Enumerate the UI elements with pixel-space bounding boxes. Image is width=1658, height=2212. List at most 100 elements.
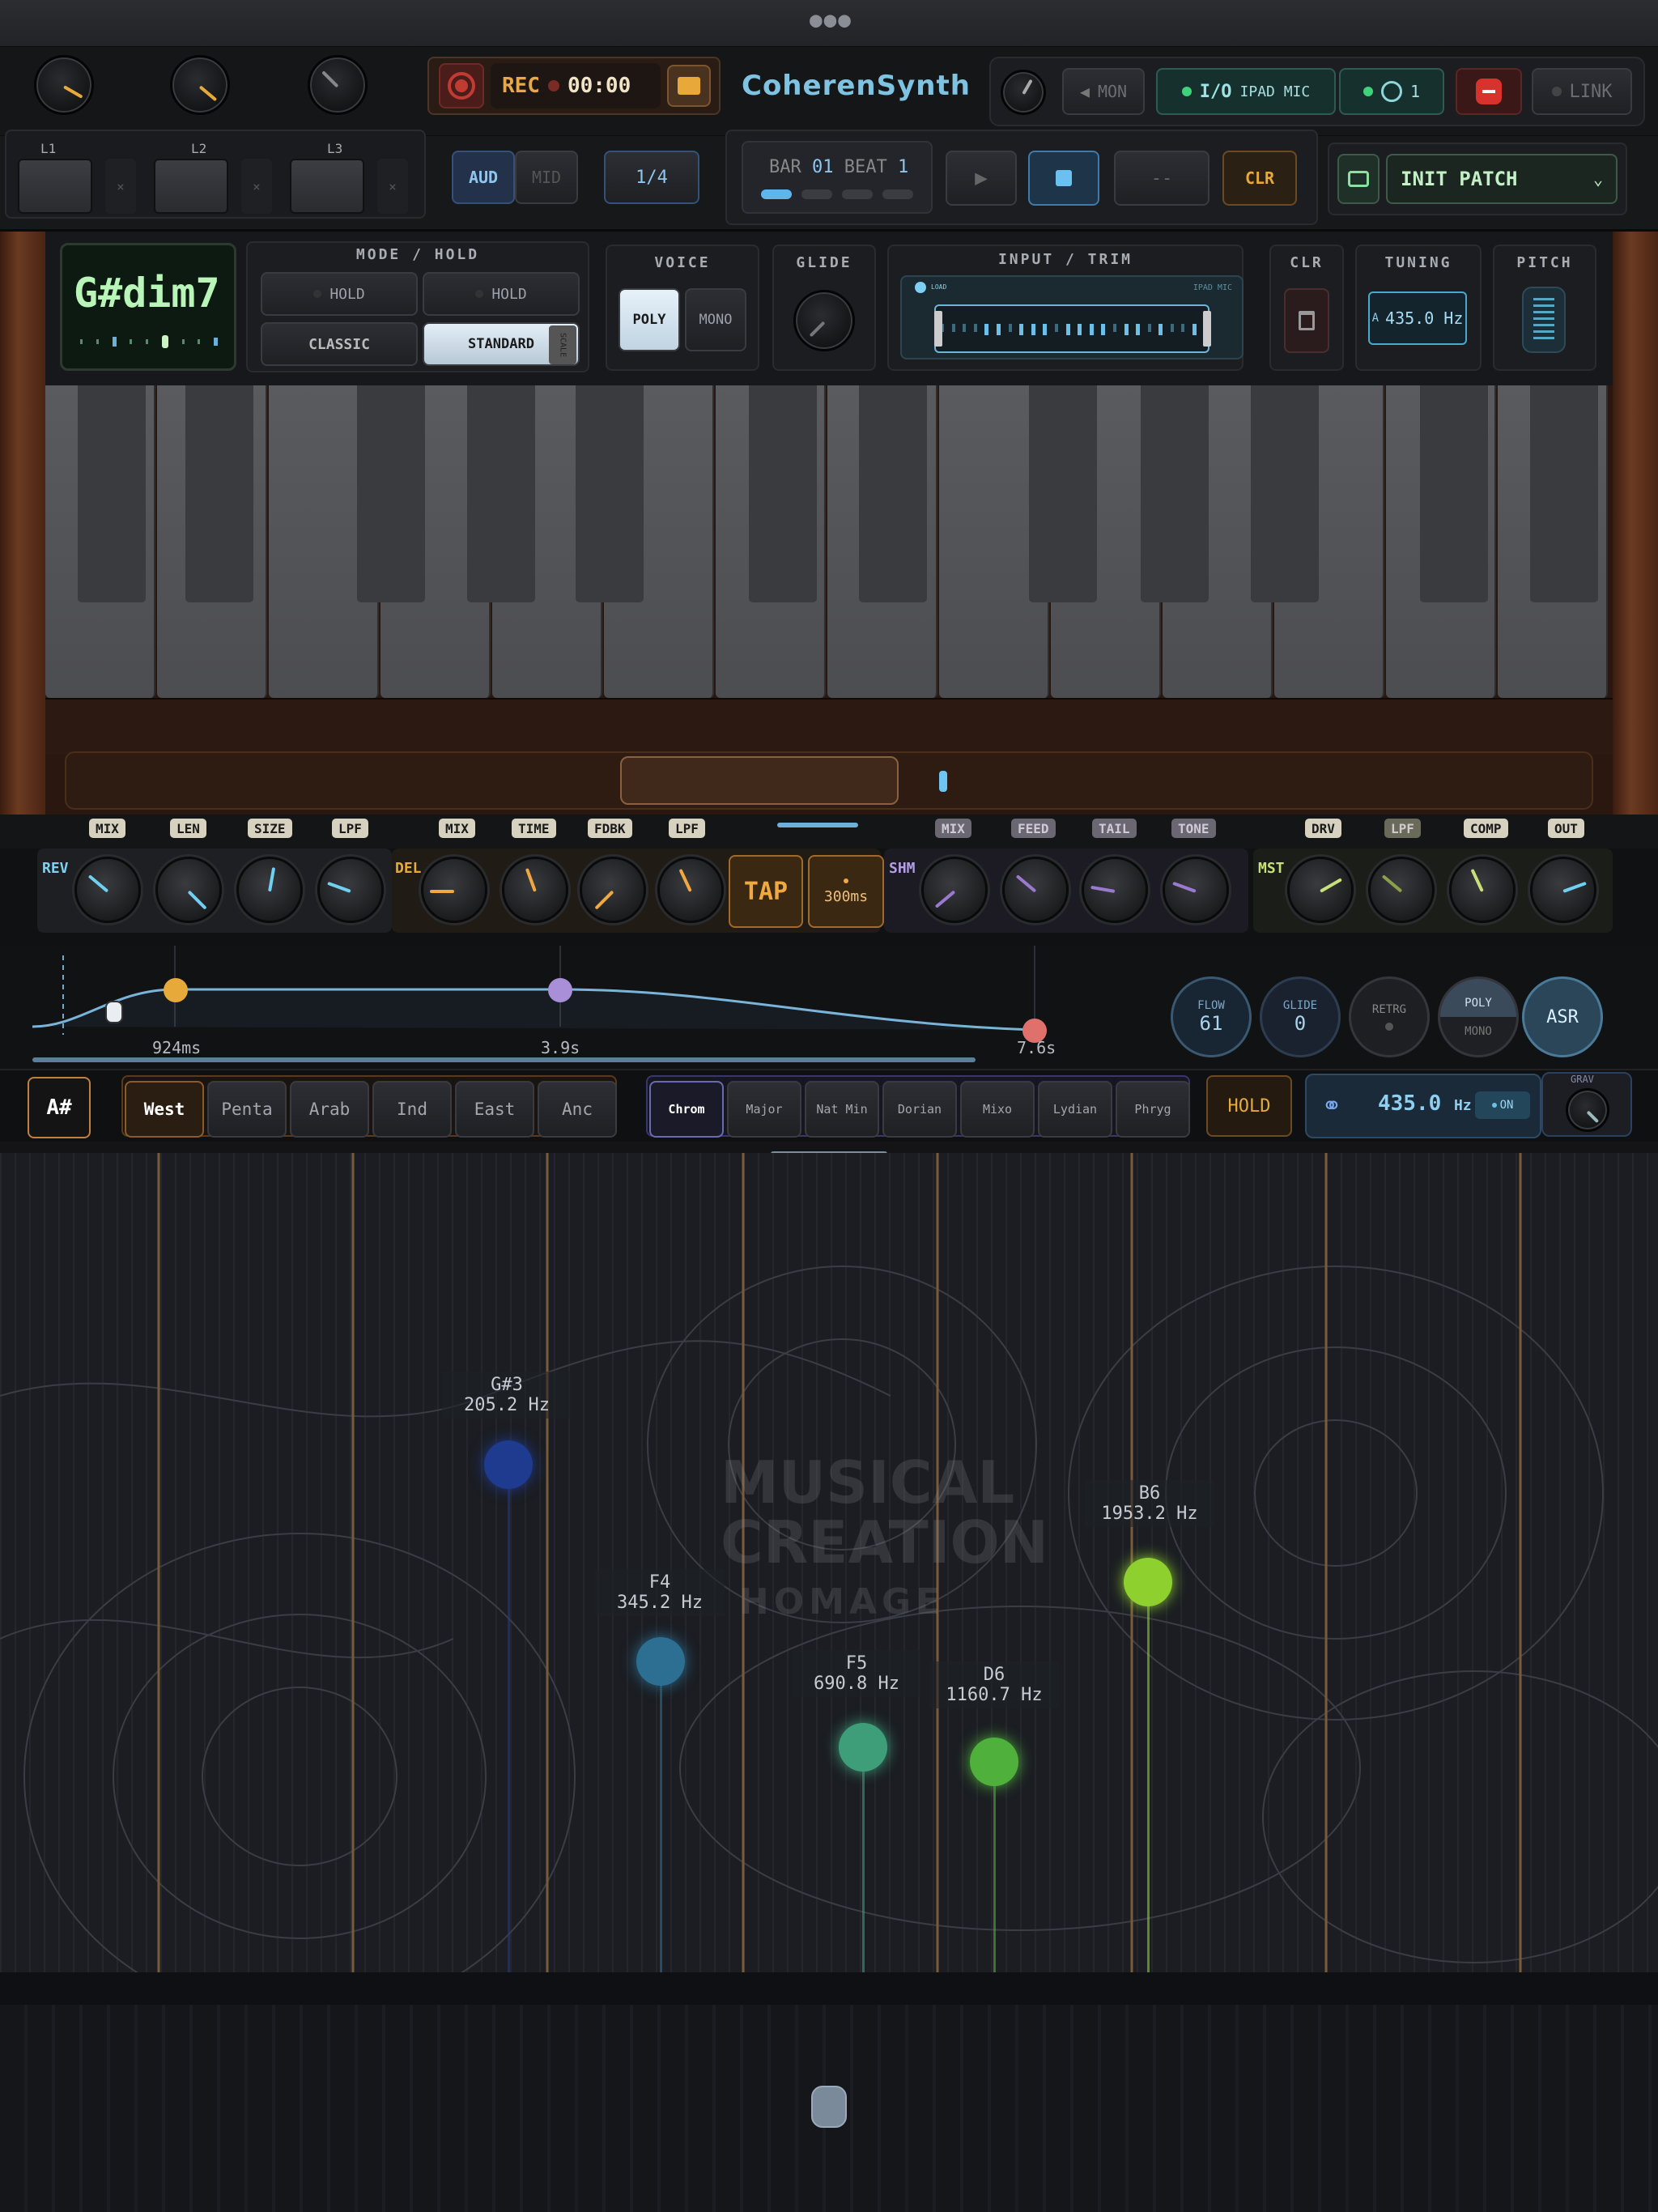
black-key[interactable] bbox=[859, 385, 927, 602]
mode-button[interactable]: Mixo bbox=[960, 1081, 1035, 1138]
fx-knob[interactable] bbox=[580, 857, 646, 923]
black-key[interactable] bbox=[1420, 385, 1488, 602]
black-key[interactable] bbox=[1251, 385, 1319, 602]
envelope-start-handle[interactable] bbox=[105, 1001, 123, 1023]
play-button[interactable]: ▶ bbox=[946, 151, 1017, 206]
ribbon-range-window[interactable] bbox=[620, 756, 899, 805]
culture-button[interactable]: Ind bbox=[372, 1081, 452, 1138]
black-key[interactable] bbox=[576, 385, 644, 602]
macro-knob-2[interactable] bbox=[170, 55, 230, 115]
fx-knob[interactable] bbox=[1449, 857, 1516, 923]
link-button[interactable]: LINK bbox=[1532, 68, 1632, 115]
scale-tab[interactable]: SCALE bbox=[549, 325, 576, 364]
folder-button[interactable] bbox=[667, 65, 711, 107]
mid-button[interactable]: MID bbox=[515, 151, 578, 204]
mon-button[interactable]: ◀ MON bbox=[1062, 68, 1145, 115]
fx-knob[interactable] bbox=[421, 857, 487, 923]
black-key[interactable] bbox=[1141, 385, 1209, 602]
attack-handle[interactable] bbox=[164, 978, 188, 1002]
loop-clear-l1[interactable]: × bbox=[105, 159, 136, 214]
hold-button-1[interactable]: HOLD bbox=[261, 272, 418, 316]
fx-knob[interactable] bbox=[921, 857, 988, 923]
fx-knob[interactable] bbox=[657, 857, 724, 923]
mode-button[interactable]: Phryg bbox=[1116, 1081, 1190, 1138]
macro-knob-3[interactable] bbox=[308, 55, 368, 115]
black-key[interactable] bbox=[1029, 385, 1097, 602]
harmonic-field[interactable]: MUSICAL CREATION HOMAGE G#3 205.2 Hz F4 345… bbox=[0, 1153, 1658, 1972]
mode-button[interactable]: Major bbox=[727, 1081, 801, 1138]
note-node[interactable] bbox=[636, 1637, 685, 1686]
poly-button[interactable]: POLY bbox=[619, 288, 680, 351]
fx-knob[interactable] bbox=[317, 857, 384, 923]
snapshot-button[interactable] bbox=[1337, 154, 1380, 204]
tuning-display[interactable]: A 435.0 Hz bbox=[1368, 291, 1467, 345]
clear-transport-button[interactable]: CLR bbox=[1222, 151, 1297, 206]
ellipsis-icon[interactable]: ●●● bbox=[810, 8, 852, 32]
mode-button[interactable]: Chrom bbox=[649, 1081, 724, 1138]
fx-knob[interactable] bbox=[1002, 857, 1069, 923]
fx-knob[interactable] bbox=[236, 857, 303, 923]
fx-knob[interactable] bbox=[502, 857, 568, 923]
culture-button[interactable]: Anc bbox=[538, 1081, 617, 1138]
poly-mono-toggle[interactable]: POLY MONO bbox=[1438, 976, 1519, 1057]
hold-button-2[interactable]: HOLD bbox=[423, 272, 580, 316]
fx-knob[interactable] bbox=[1163, 857, 1229, 923]
black-key[interactable] bbox=[185, 385, 253, 602]
quantize-button[interactable]: 1/4 bbox=[604, 151, 699, 204]
env-glide-knob[interactable]: GLIDE 0 bbox=[1260, 976, 1341, 1057]
classic-button[interactable]: CLASSIC bbox=[261, 322, 418, 366]
fx-knob[interactable] bbox=[1530, 857, 1596, 923]
retrigger-button[interactable]: RETRG bbox=[1349, 976, 1430, 1057]
loop-clear-l2[interactable]: × bbox=[241, 159, 272, 214]
fx-knob[interactable] bbox=[1082, 857, 1148, 923]
fx-knob[interactable] bbox=[1368, 857, 1435, 923]
loop-pad-l1[interactable] bbox=[18, 159, 92, 214]
note-node[interactable] bbox=[970, 1738, 1018, 1786]
io-button[interactable]: I/O IPAD MIC bbox=[1156, 68, 1336, 115]
fx-knob[interactable] bbox=[74, 857, 141, 923]
culture-button[interactable]: East bbox=[455, 1081, 534, 1138]
black-key[interactable] bbox=[78, 385, 146, 602]
midi-button[interactable]: 1 bbox=[1339, 68, 1444, 115]
patch-select[interactable]: INIT PATCH ⌄ bbox=[1386, 154, 1618, 204]
note-node[interactable] bbox=[1124, 1558, 1172, 1606]
culture-button[interactable]: Penta bbox=[207, 1081, 287, 1138]
trash-button[interactable] bbox=[1284, 288, 1329, 353]
note-node[interactable] bbox=[484, 1440, 533, 1489]
root-note-button[interactable]: A# bbox=[28, 1077, 91, 1138]
tap-button[interactable]: TAP bbox=[729, 855, 803, 928]
macro-knob-1[interactable] bbox=[34, 55, 94, 115]
record-button[interactable] bbox=[439, 63, 484, 108]
bottom-slider-thumb[interactable] bbox=[811, 2086, 847, 2128]
mode-button[interactable]: Dorian bbox=[882, 1081, 957, 1138]
scale-hold-button[interactable]: HOLD bbox=[1206, 1075, 1292, 1137]
pitch-wheel[interactable] bbox=[1522, 287, 1566, 353]
dash-button[interactable]: -- bbox=[1114, 151, 1209, 206]
note-node[interactable] bbox=[839, 1723, 887, 1772]
piano-keyboard[interactable] bbox=[45, 385, 1613, 698]
stop-button[interactable] bbox=[1028, 151, 1099, 206]
loop-pad-l2[interactable] bbox=[154, 159, 228, 214]
glide-knob[interactable] bbox=[793, 290, 855, 351]
volume-knob[interactable] bbox=[1001, 70, 1046, 115]
fx-drag-handle[interactable] bbox=[777, 823, 858, 827]
mode-button[interactable]: Nat Min bbox=[805, 1081, 879, 1138]
panic-button[interactable] bbox=[1456, 68, 1522, 115]
mode-button[interactable]: Lydian bbox=[1038, 1081, 1112, 1138]
trim-handle-right[interactable] bbox=[1203, 311, 1211, 347]
trim-handle-left[interactable] bbox=[934, 311, 942, 347]
mono-button[interactable]: MONO bbox=[685, 288, 746, 351]
black-key[interactable] bbox=[749, 385, 817, 602]
envelope-curve[interactable] bbox=[32, 946, 1166, 1067]
black-key[interactable] bbox=[467, 385, 535, 602]
fx-knob[interactable] bbox=[1287, 857, 1354, 923]
gravity-knob[interactable] bbox=[1566, 1088, 1609, 1132]
freq-on-toggle[interactable]: ON bbox=[1475, 1091, 1530, 1119]
link-icon[interactable]: ⚭ bbox=[1312, 1082, 1352, 1130]
loop-pad-l3[interactable] bbox=[290, 159, 364, 214]
loop-clear-l3[interactable]: × bbox=[377, 159, 408, 214]
asr-button[interactable]: ASR bbox=[1522, 976, 1603, 1057]
aud-button[interactable]: AUD bbox=[452, 151, 515, 204]
culture-button[interactable]: West bbox=[125, 1081, 204, 1138]
fx-knob[interactable] bbox=[155, 857, 222, 923]
